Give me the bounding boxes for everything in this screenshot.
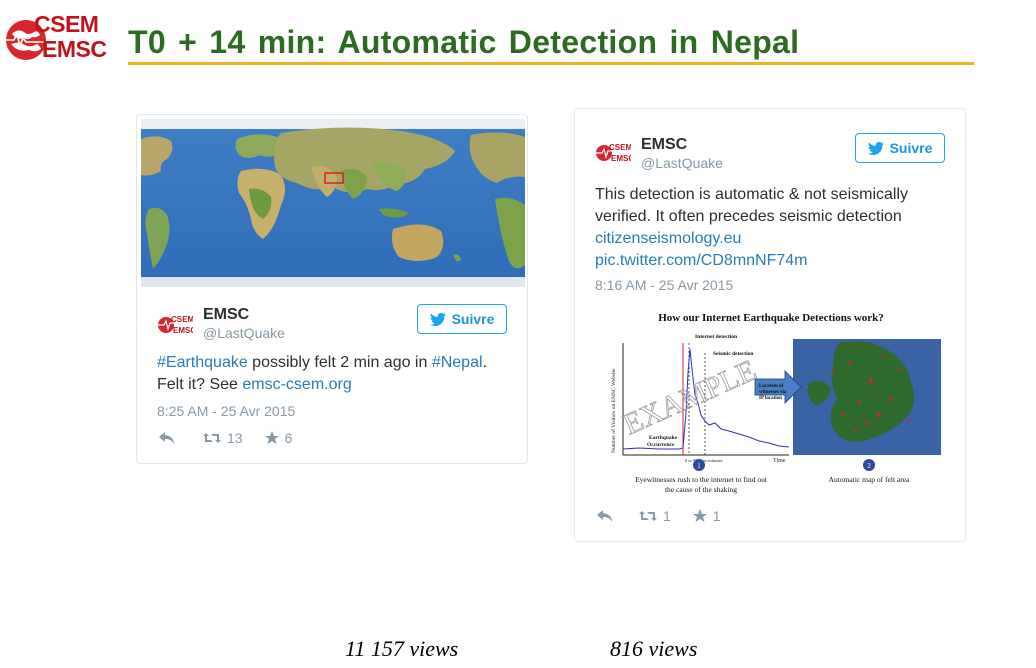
retweet-icon: [639, 511, 657, 521]
infographic-title: How our Internet Earthquake Detections w…: [658, 312, 884, 324]
infographic-ylabel: Number of Visitors on EMSC Website: [610, 368, 617, 453]
retweet-button[interactable]: 1: [639, 508, 671, 524]
author-handle[interactable]: @LastQuake: [641, 155, 723, 171]
follow-label: Suivre: [889, 140, 933, 156]
follow-button[interactable]: Suivre: [417, 304, 507, 334]
caption-2: Automatic map of felt area: [829, 475, 910, 484]
tweet-actions: 13 6: [159, 430, 292, 446]
reply-button[interactable]: [597, 510, 613, 522]
reply-button[interactable]: [159, 432, 175, 444]
occurrence-label: Occurrence: [647, 442, 675, 448]
twitter-bird-icon: [867, 141, 884, 155]
author-name[interactable]: EMSC: [203, 306, 249, 324]
retweet-count: 13: [227, 430, 243, 446]
like-count: 1: [712, 508, 721, 524]
follow-button[interactable]: Suivre: [855, 133, 945, 163]
tweet-body: #Earthquake possibly felt 2 min ago in #…: [157, 352, 517, 396]
citizenseismology-link[interactable]: citizenseismology.eu: [595, 230, 741, 247]
logo-line-2: EMSC: [42, 36, 107, 62]
pic-twitter-link[interactable]: pic.twitter.com/CD8mnNF74m: [595, 252, 808, 269]
svg-text:EMSC: EMSC: [173, 326, 193, 335]
infographic-xlabel: Time: [773, 458, 786, 464]
title-underline: [128, 62, 974, 65]
hashtag-earthquake-link[interactable]: #Earthquake: [157, 354, 248, 371]
retweet-button[interactable]: 13: [203, 430, 243, 446]
logo-line-1: CSEM: [34, 11, 99, 37]
internet-detection-label: Internet detection: [695, 334, 737, 340]
emsc-avatar-icon[interactable]: CSEM EMSC: [595, 139, 631, 167]
views-count-tweet-1: 11 157 views: [345, 636, 459, 661]
retweet-icon: [203, 433, 221, 443]
emsc-website-link[interactable]: emsc-csem.org: [242, 376, 351, 393]
detection-infographic-image[interactable]: How our Internet Earthquake Detections w…: [609, 303, 945, 499]
tweet-card-nepal-detection[interactable]: CSEM EMSC EMSC @LastQuake Suivre #Earthq…: [136, 114, 528, 464]
svg-text:CSEM: CSEM: [171, 315, 193, 324]
tweet-actions: 1 1: [597, 508, 721, 524]
step-1-label: 1: [697, 462, 701, 470]
arrow-label-3: IP location: [759, 396, 782, 401]
like-button[interactable]: 6: [264, 430, 293, 446]
infographic-graphic: How our Internet Earthquake Detections w…: [610, 312, 941, 494]
page-title: T0 + 14 min: Automatic Detection in Nepa…: [128, 24, 800, 60]
author-name[interactable]: EMSC: [641, 136, 687, 154]
views-count-tweet-2: 816 views: [610, 636, 698, 661]
tweet-card-detection-info[interactable]: CSEM EMSC EMSC @LastQuake Suivre This de…: [574, 108, 966, 542]
tweet-line-1: This detection is automatic & not seismi…: [595, 186, 909, 203]
star-icon: [692, 509, 707, 522]
world-map-image[interactable]: [141, 119, 525, 287]
reply-icon: [159, 432, 174, 444]
star-icon: [264, 431, 279, 444]
svg-text:CSEM: CSEM: [609, 143, 631, 152]
world-map-graphic: [141, 119, 525, 287]
svg-text:EMSC: EMSC: [611, 154, 631, 163]
like-count: 6: [284, 430, 293, 446]
tweet-text-2: .: [482, 354, 487, 371]
caption-1-line-2: the cause of the shaking: [665, 485, 737, 494]
tweet-line-2: verified. It often precedes seismic dete…: [595, 208, 902, 225]
hashtag-nepal-link[interactable]: #Nepal: [432, 354, 483, 371]
tweet-text-3: Felt it? See: [157, 376, 243, 393]
example-watermark: EXAMPLE: [618, 354, 761, 442]
author-handle[interactable]: @LastQuake: [203, 325, 285, 341]
caption-1-line-1: Eyewitnesses rush to the internet to fin…: [635, 475, 768, 484]
like-button[interactable]: 1: [692, 508, 721, 524]
tweet-body: This detection is automatic & not seismi…: [595, 184, 955, 272]
tweet-timestamp[interactable]: 8:25 AM - 25 Avr 2015: [157, 403, 295, 419]
csem-emsc-logo: CSEM EMSC: [4, 12, 116, 68]
twitter-bird-icon: [429, 312, 446, 326]
emsc-avatar-icon[interactable]: CSEM EMSC: [157, 311, 193, 339]
earthquake-label: Earthquake: [649, 435, 678, 441]
arrow-label-2: witnesses via: [759, 390, 787, 395]
reply-icon: [597, 510, 612, 522]
step-2-label: 2: [867, 462, 871, 470]
arrow-label-1: Location of: [759, 384, 784, 389]
logo-wordmark: CSEM EMSC: [34, 11, 107, 62]
follow-label: Suivre: [451, 311, 495, 327]
tweet-timestamp[interactable]: 8:16 AM - 25 Avr 2015: [595, 277, 733, 293]
tweet-text-1: possibly felt 2 min ago in: [247, 354, 432, 371]
retweet-count: 1: [663, 508, 671, 524]
